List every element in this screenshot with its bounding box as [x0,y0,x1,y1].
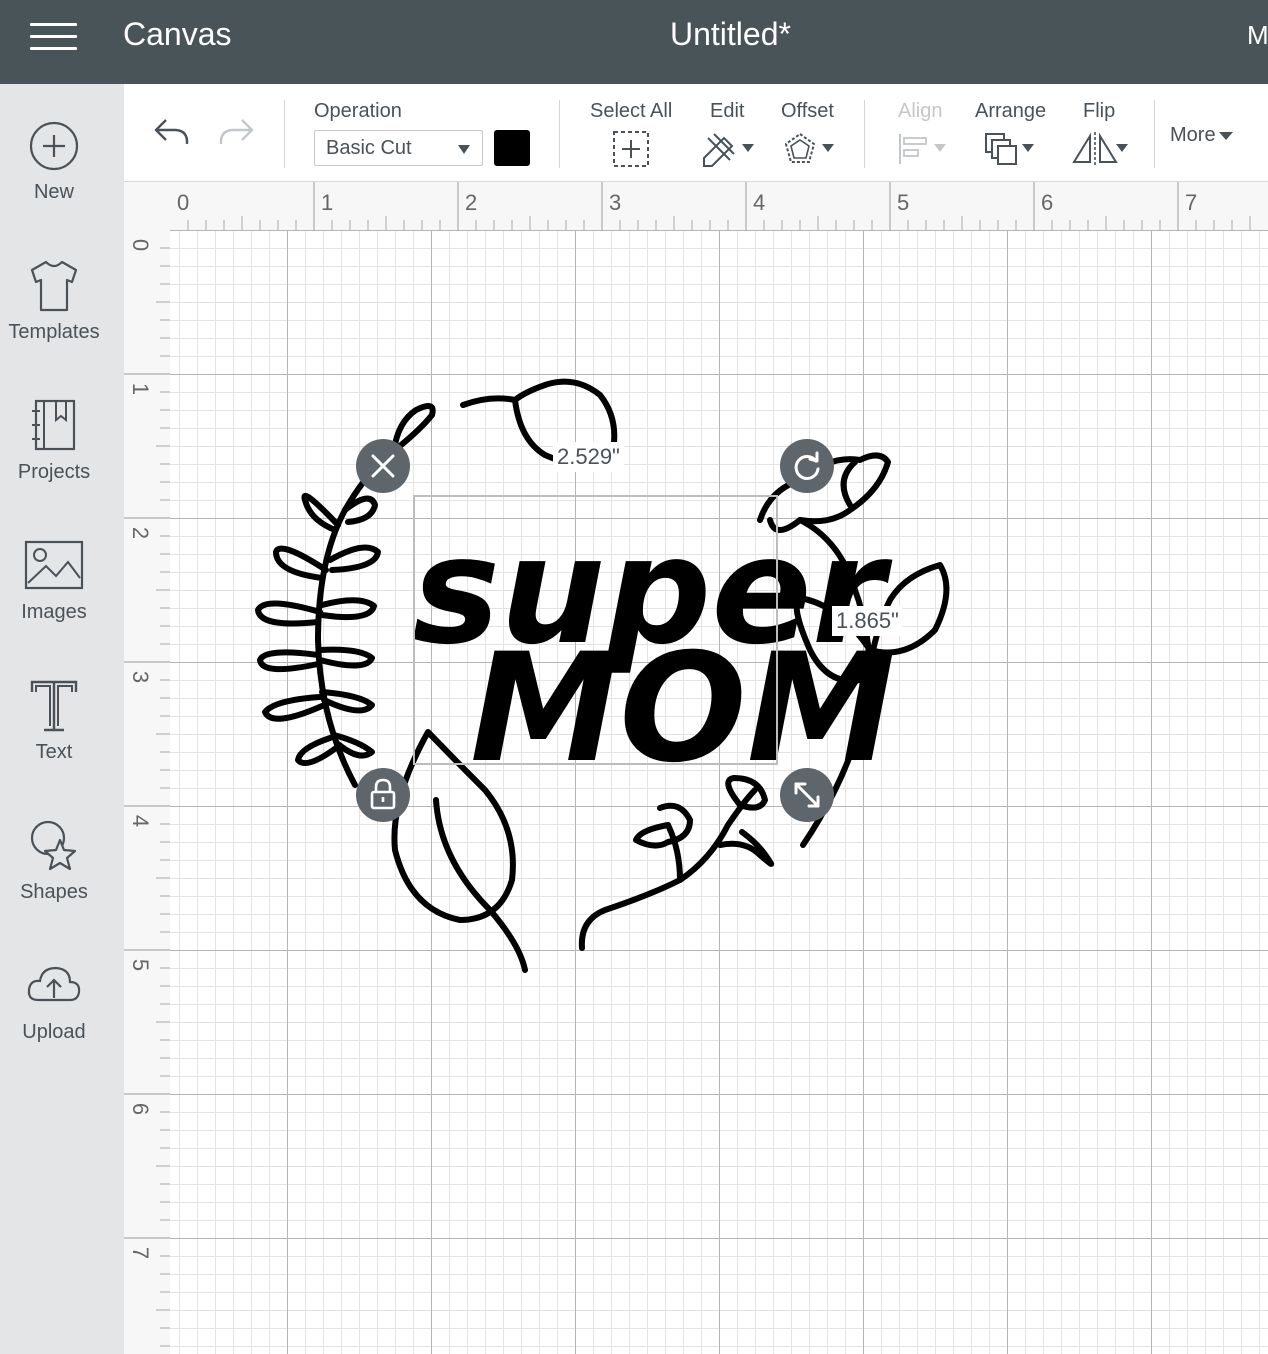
ruler-label: 3 [128,670,154,684]
flip-icon[interactable] [1070,130,1134,168]
align-icon[interactable] [896,130,952,168]
top-ruler: 0 1 2 3 4 5 6 7 [124,182,1268,230]
more-button[interactable]: More [1170,124,1216,147]
sidebar-item-images[interactable]: Images [0,538,124,658]
sidebar-item-label: Projects [17,461,91,483]
select-all-label[interactable]: Select All [590,100,672,123]
ruler-label: 5 [897,190,910,215]
app-title: Canvas [123,16,232,52]
ruler-label: 7 [1185,190,1198,215]
sidebar-item-new[interactable]: New [0,118,124,238]
plus-circle-icon [29,121,79,171]
sidebar-item-label: Images [21,601,87,623]
offset-icon[interactable] [782,130,838,168]
tshirt-icon [30,260,78,312]
arrange-label[interactable]: Arrange [975,100,1046,123]
select-all-icon[interactable] [612,130,650,168]
edit-toolbar: Operation Basic Cut Select All Edit Offs… [124,84,1268,182]
resize-arrows-icon [794,782,820,808]
edit-label[interactable]: Edit [710,100,744,123]
rotate-handle[interactable] [780,439,834,493]
lock-icon [370,778,396,810]
resize-handle[interactable] [780,768,834,822]
ruler-label: 4 [753,190,766,215]
image-icon [24,540,84,590]
undo-icon[interactable] [152,114,192,150]
align-label[interactable]: Align [898,100,942,123]
ruler-label: 4 [128,814,154,828]
ruler-label: 6 [1041,190,1054,215]
document-title[interactable]: Untitled* [670,16,791,53]
edit-icon[interactable] [700,130,756,168]
ruler-label: 0 [177,190,190,215]
cloud-upload-icon [27,966,81,1002]
operation-select[interactable]: Basic Cut [314,130,483,166]
rotate-icon [794,451,820,480]
height-dimension-label: 1.865" [832,606,903,636]
sidebar-item-label: Text [35,741,73,763]
sidebar-item-label: Shapes [20,881,88,903]
ruler-label: 2 [128,526,154,540]
top-bar: Canvas Untitled* M [0,0,1268,84]
ruler-label: 1 [321,190,334,215]
selection-bounding-box[interactable] [413,495,778,765]
ruler-label: 5 [128,958,154,972]
sidebar-item-shapes[interactable]: Shapes [0,818,124,938]
operation-label: Operation [314,100,402,122]
notebook-icon [32,399,76,451]
hamburger-menu-icon[interactable] [30,22,78,52]
text-t-icon [30,680,78,732]
sidebar-item-upload[interactable]: Upload [0,958,124,1078]
width-dimension-label: 2.529" [553,442,624,472]
ruler-label: 3 [609,190,622,215]
offset-label[interactable]: Offset [781,100,834,123]
close-icon [371,454,395,478]
sidebar-item-label: Upload [22,1021,86,1043]
arrange-icon[interactable] [982,130,1038,168]
flip-label[interactable]: Flip [1083,100,1115,123]
design-canvas[interactable] [170,230,1268,1354]
delete-handle[interactable] [356,439,410,493]
ruler-label: 0 [128,238,154,252]
redo-icon[interactable] [216,114,256,150]
ruler-label: 1 [128,382,154,396]
sidebar-item-text[interactable]: Text [0,678,124,798]
sidebar-item-projects[interactable]: Projects [0,398,124,518]
left-ruler: 0 1 2 3 4 5 6 7 [124,230,170,1354]
chevron-down-icon [458,145,470,154]
ruler-label: 7 [128,1246,154,1260]
color-swatch[interactable] [494,130,530,166]
chevron-down-icon[interactable] [1218,130,1234,142]
ruler-label: 2 [465,190,478,215]
sidebar-item-templates[interactable]: Templates [0,258,124,378]
operation-value: Basic Cut [326,137,412,159]
lock-handle[interactable] [356,768,410,822]
truncated-header-text[interactable]: M [1247,20,1268,51]
left-sidebar: New Templates Projects Images Text Shape… [0,84,124,1354]
shapes-icon [30,820,77,871]
ruler-label: 6 [128,1102,154,1116]
sidebar-item-label: Templates [8,321,100,343]
sidebar-item-label: New [33,181,74,203]
